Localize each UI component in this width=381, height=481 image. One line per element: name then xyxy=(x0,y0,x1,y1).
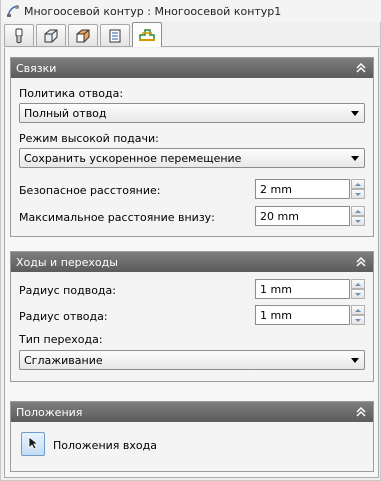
increment-button[interactable] xyxy=(351,206,365,216)
arrow-up-icon xyxy=(355,182,361,186)
tool-icon xyxy=(11,28,27,44)
increment-button[interactable] xyxy=(351,305,365,315)
lead-in-radius-input[interactable]: 1 mm xyxy=(255,279,350,299)
chevron-down-icon xyxy=(351,358,359,363)
safe-distance-label: Безопасное расстояние: xyxy=(19,184,161,197)
max-stay-down-label: Максимальное расстояние внизу: xyxy=(19,211,215,224)
positions-section-title: Положения xyxy=(16,405,83,419)
lead-out-radius-spinner[interactable]: 1 mm xyxy=(255,305,365,325)
decrement-button[interactable] xyxy=(351,315,365,325)
positions-section: Положения Положения входа xyxy=(10,401,374,472)
max-stay-down-spinner[interactable]: 20 mm xyxy=(255,206,365,226)
lead-out-radius-input[interactable]: 1 mm xyxy=(255,305,350,325)
lead-in-radius-spinner[interactable]: 1 mm xyxy=(255,279,365,299)
lead-in-radius-value: 1 mm xyxy=(260,282,292,296)
decrement-button[interactable] xyxy=(351,216,365,226)
collapse-chevron-icon[interactable] xyxy=(355,406,367,418)
arrow-down-icon xyxy=(355,292,361,296)
arrow-down-icon xyxy=(355,192,361,196)
collapse-chevron-icon[interactable] xyxy=(355,256,367,268)
linking-icon xyxy=(138,27,156,43)
entry-positions-button[interactable] xyxy=(21,432,45,456)
positions-section-header[interactable]: Положения xyxy=(11,402,373,422)
lead-out-radius-value: 1 mm xyxy=(260,308,292,322)
tab-tool[interactable] xyxy=(4,24,34,46)
tab-stock[interactable] xyxy=(68,24,98,46)
transition-type-value: Сглаживание xyxy=(24,353,103,367)
collapse-chevron-icon[interactable] xyxy=(355,62,367,74)
passes-icon xyxy=(107,28,123,44)
retract-policy-value: Полный отвод xyxy=(24,106,107,120)
arrow-down-icon xyxy=(355,219,361,223)
safe-distance-value: 2 mm xyxy=(260,182,292,196)
high-feed-select[interactable]: Сохранить ускоренное перемещение xyxy=(19,148,365,168)
lead-out-radius-label: Радиус отвода: xyxy=(19,310,108,323)
increment-button[interactable] xyxy=(351,279,365,289)
increment-button[interactable] xyxy=(351,179,365,189)
title-bar: Многоосевой контур : Многоосевой контур1 xyxy=(1,0,381,22)
links-section-body: Политика отвода: Полный отвод Режим высо… xyxy=(11,78,373,236)
panel-content: Связки Политика отвода: Полный отвод Реж… xyxy=(4,48,379,478)
leads-section: Ходы и переходы Радиус подвода: 1 mm Рад… xyxy=(10,251,374,382)
retract-policy-select[interactable]: Полный отвод xyxy=(19,103,365,123)
links-section-header[interactable]: Связки xyxy=(11,58,373,78)
chevron-down-icon xyxy=(351,111,359,116)
leads-section-body: Радиус подвода: 1 mm Радиус отвода: 1 mm xyxy=(11,272,373,381)
links-section-title: Связки xyxy=(16,61,57,75)
window-title: Многоосевой контур : Многоосевой контур1 xyxy=(24,4,282,18)
retract-policy-label: Политика отвода: xyxy=(19,87,124,100)
tab-passes[interactable] xyxy=(100,24,130,46)
decrement-button[interactable] xyxy=(351,189,365,199)
transition-type-select[interactable]: Сглаживание xyxy=(19,350,365,370)
arrow-down-icon xyxy=(355,318,361,322)
chevron-down-icon xyxy=(351,156,359,161)
geometry-icon xyxy=(43,28,59,44)
transition-type-label: Тип перехода: xyxy=(19,333,103,346)
multiaxis-contour-icon xyxy=(6,4,20,18)
safe-distance-spinner[interactable]: 2 mm xyxy=(255,179,365,199)
links-section: Связки Политика отвода: Полный отвод Реж… xyxy=(10,57,374,237)
leads-section-title: Ходы и переходы xyxy=(16,255,118,269)
leads-section-header[interactable]: Ходы и переходы xyxy=(11,252,373,272)
arrow-up-icon xyxy=(355,209,361,213)
decrement-button[interactable] xyxy=(351,289,365,299)
cursor-arrow-icon xyxy=(26,435,40,453)
high-feed-label: Режим высокой подачи: xyxy=(19,132,159,145)
tab-geometry[interactable] xyxy=(36,24,66,46)
arrow-up-icon xyxy=(355,282,361,286)
max-stay-down-input[interactable]: 20 mm xyxy=(255,206,350,226)
dialog-window: Многоосевой контур : Многоосевой контур1 xyxy=(0,0,381,481)
high-feed-value: Сохранить ускоренное перемещение xyxy=(24,151,242,165)
stock-icon xyxy=(75,28,91,44)
tab-bar xyxy=(4,22,380,47)
max-stay-down-value: 20 mm xyxy=(260,209,299,223)
positions-section-body: Положения входа xyxy=(11,422,373,471)
lead-in-radius-label: Радиус подвода: xyxy=(19,284,116,297)
safe-distance-input[interactable]: 2 mm xyxy=(255,179,350,199)
arrow-up-icon xyxy=(355,308,361,312)
entry-positions-label: Положения входа xyxy=(53,439,157,452)
tab-linking[interactable] xyxy=(132,22,162,47)
